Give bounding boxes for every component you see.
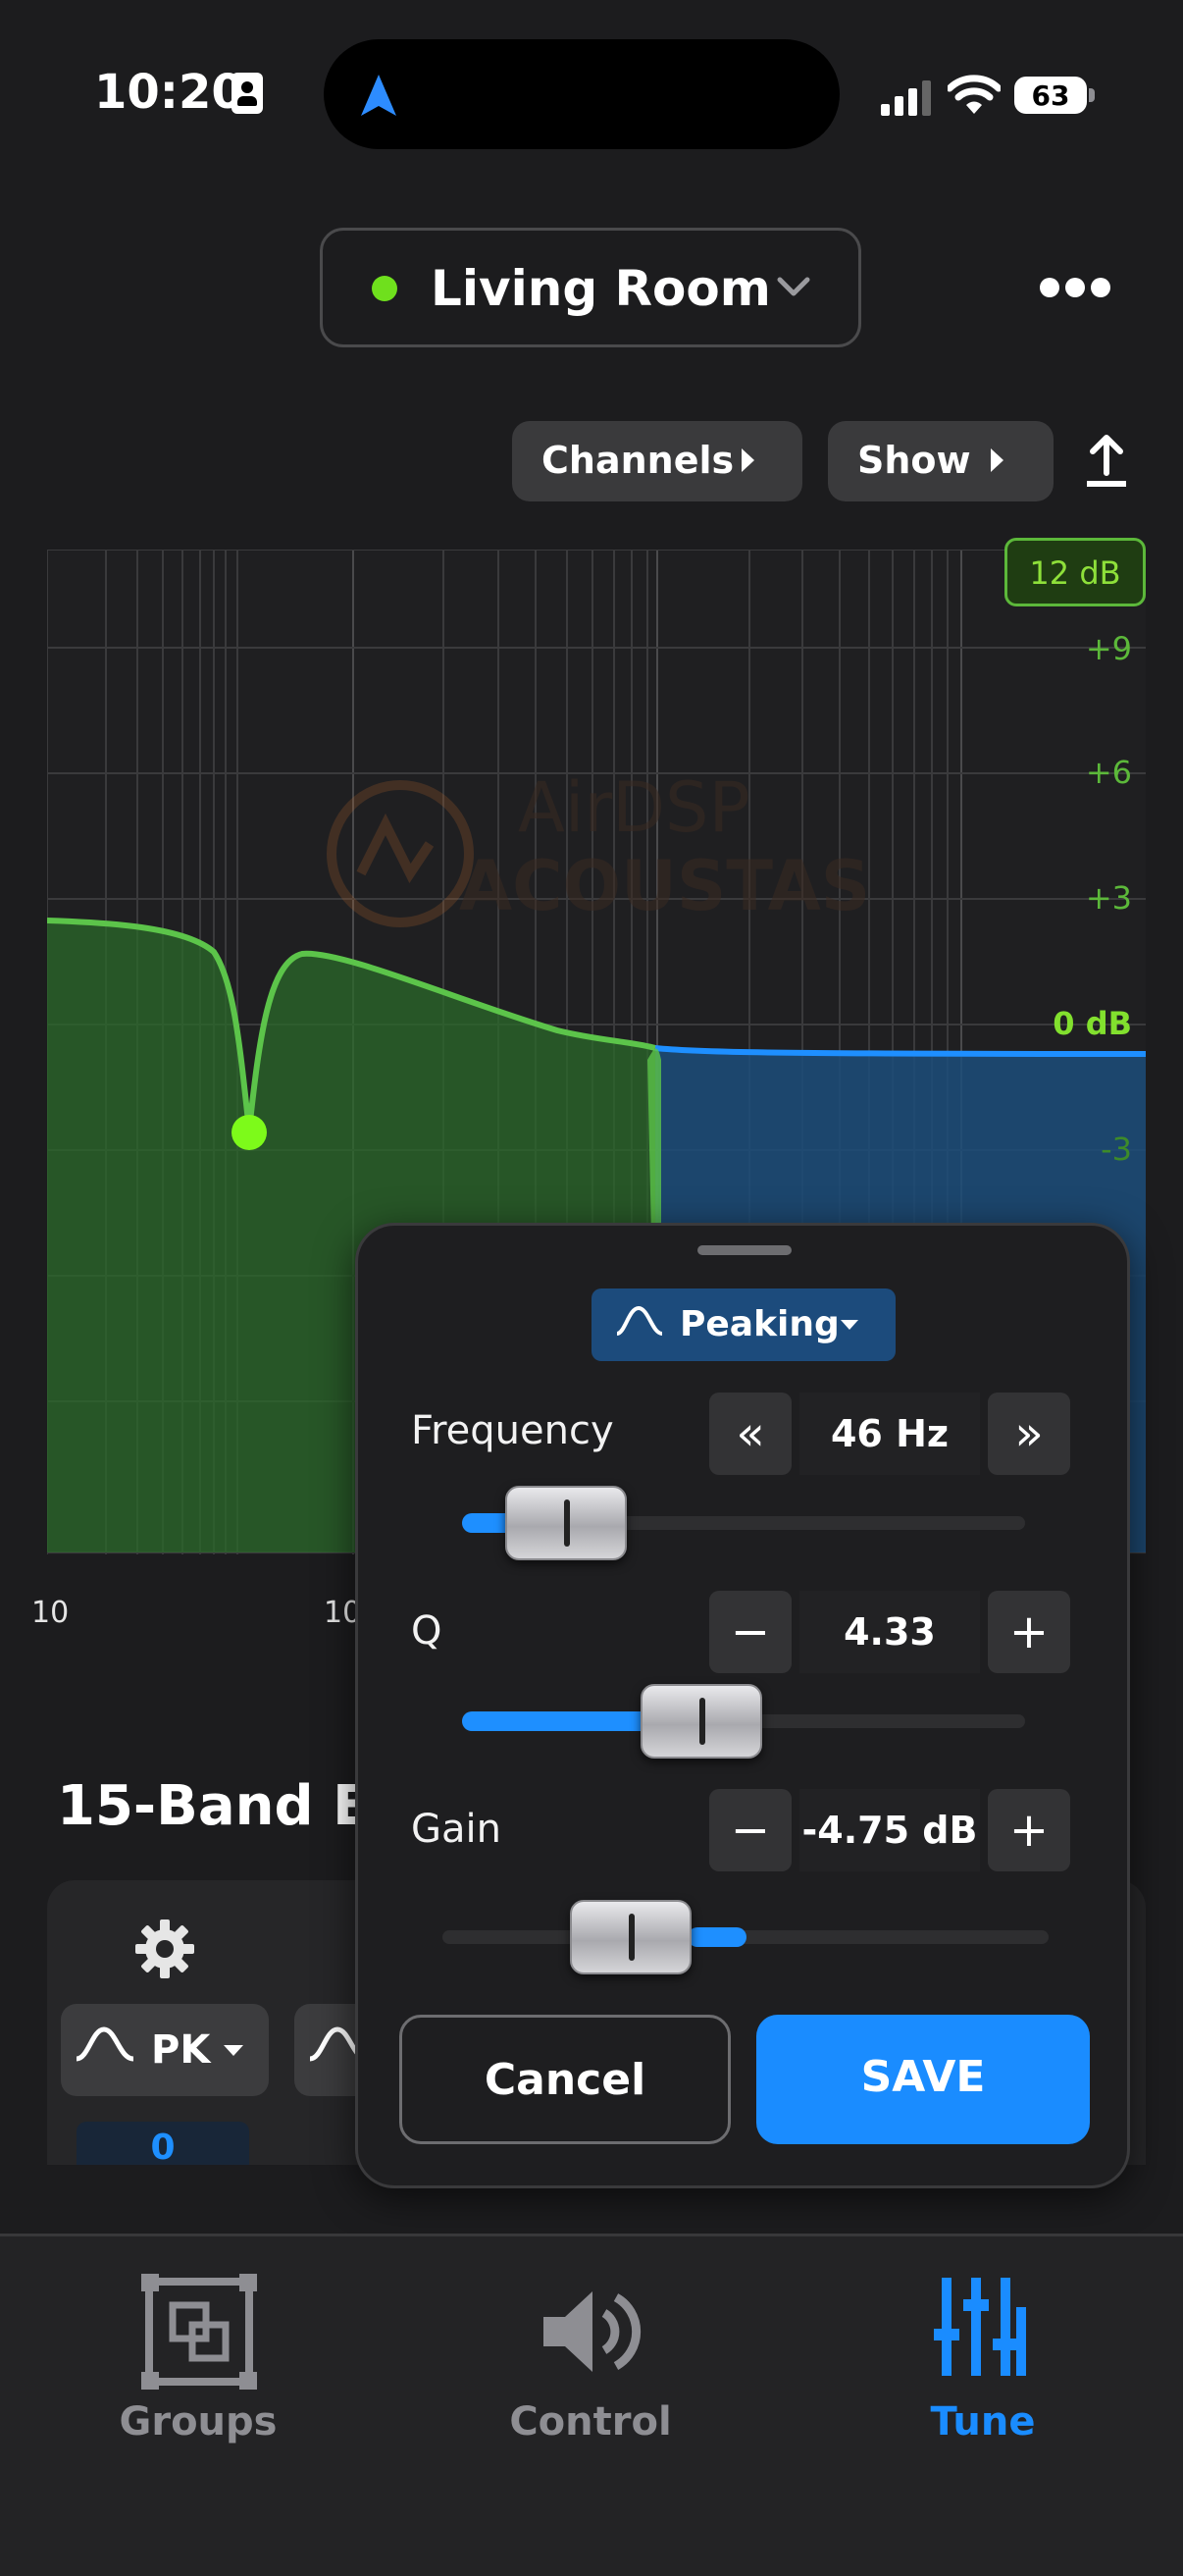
q-slider[interactable] bbox=[462, 1684, 1025, 1759]
dynamic-island bbox=[324, 39, 840, 149]
tab-groups-label: Groups bbox=[119, 2399, 278, 2445]
ellipsis-icon bbox=[1036, 271, 1114, 304]
double-chevron-left-icon: « bbox=[736, 1406, 765, 1461]
q-slider-fill bbox=[462, 1711, 658, 1731]
range-badge-label: 12 dB bbox=[1029, 554, 1121, 592]
gain-value: -4.75 dB bbox=[801, 1809, 978, 1852]
minus-icon: − bbox=[730, 1604, 771, 1659]
range-badge[interactable]: 12 dB bbox=[1004, 538, 1146, 606]
band-type-label: PK bbox=[151, 2027, 211, 2073]
room-online-indicator bbox=[372, 276, 397, 301]
db-label-minus3: -3 bbox=[1101, 1130, 1132, 1168]
frequency-decrease-button[interactable]: « bbox=[709, 1393, 792, 1475]
plus-icon: + bbox=[1008, 1604, 1050, 1659]
more-button[interactable] bbox=[1036, 271, 1114, 304]
gear-icon[interactable] bbox=[133, 1918, 196, 1980]
q-slider-thumb[interactable] bbox=[641, 1684, 762, 1759]
channels-label: Channels bbox=[541, 439, 735, 482]
speaker-icon bbox=[543, 2291, 642, 2372]
frequency-label: Frequency bbox=[411, 1408, 614, 1453]
peak-filter-icon bbox=[616, 1305, 663, 1336]
caret-down-icon bbox=[224, 2045, 243, 2056]
battery-percent: 63 bbox=[1031, 79, 1070, 112]
tab-control[interactable]: Control bbox=[463, 2274, 718, 2470]
gain-slider[interactable] bbox=[442, 1900, 1049, 1974]
band-type-selector[interactable]: PK bbox=[61, 2004, 269, 2096]
battery-cap bbox=[1089, 88, 1095, 102]
save-label: SAVE bbox=[860, 2052, 986, 2102]
filter-type-dropdown[interactable]: Peaking bbox=[592, 1288, 896, 1361]
db-label-plus3: +3 bbox=[1085, 879, 1132, 917]
x-label-10: 10 bbox=[31, 1596, 70, 1630]
show-label: Show bbox=[857, 439, 971, 482]
q-label: Q bbox=[411, 1608, 442, 1654]
tab-tune[interactable]: Tune bbox=[855, 2274, 1110, 2470]
cancel-label: Cancel bbox=[484, 2055, 646, 2105]
gain-decrease-button[interactable]: − bbox=[709, 1789, 792, 1871]
band-edit-popover: Peaking Frequency « 46 Hz » Q − 4.33 + G… bbox=[355, 1223, 1130, 2188]
show-button[interactable]: Show bbox=[828, 421, 1054, 501]
q-decrease-button[interactable]: − bbox=[709, 1591, 792, 1673]
gain-increase-button[interactable]: + bbox=[988, 1789, 1070, 1871]
plus-icon: + bbox=[1008, 1803, 1050, 1858]
caret-right-icon bbox=[742, 448, 754, 472]
chevron-down-icon bbox=[777, 277, 810, 296]
gain-slider-thumb[interactable] bbox=[570, 1900, 692, 1974]
cellular-signal-icon bbox=[881, 80, 932, 116]
frequency-increase-button[interactable]: » bbox=[988, 1393, 1070, 1475]
db-label-plus6: +6 bbox=[1085, 754, 1132, 791]
eq-band-handle bbox=[231, 1115, 267, 1150]
db-label-zero: 0 dB bbox=[1053, 1005, 1132, 1042]
gain-value-field[interactable]: -4.75 dB bbox=[799, 1789, 980, 1871]
groups-icon bbox=[141, 2274, 257, 2390]
battery-icon: 63 bbox=[1014, 77, 1087, 114]
db-label-plus9: +9 bbox=[1085, 630, 1132, 667]
sliders-icon bbox=[934, 2278, 1026, 2376]
band-value-field[interactable]: 0 bbox=[77, 2122, 249, 2168]
frequency-value-field[interactable]: 46 Hz bbox=[799, 1393, 980, 1475]
watermark-sub: ACOUSTAS bbox=[459, 846, 871, 926]
cancel-button[interactable]: Cancel bbox=[399, 2015, 731, 2144]
frequency-slider[interactable] bbox=[462, 1486, 1025, 1560]
q-increase-button[interactable]: + bbox=[988, 1591, 1070, 1673]
frequency-value: 46 Hz bbox=[830, 1412, 950, 1455]
peak-filter-icon bbox=[76, 2026, 134, 2062]
status-time: 10:20 bbox=[94, 65, 244, 120]
gain-label: Gain bbox=[411, 1807, 501, 1852]
location-arrow-icon bbox=[361, 75, 396, 116]
tab-bar: Groups Control Tune bbox=[0, 2234, 1183, 2576]
drag-handle[interactable] bbox=[697, 1245, 792, 1255]
share-upload-icon[interactable] bbox=[1083, 432, 1130, 489]
tab-tune-label: Tune bbox=[930, 2399, 1036, 2445]
filter-type-label: Peaking bbox=[680, 1304, 840, 1344]
caret-down-icon bbox=[841, 1320, 858, 1330]
wifi-icon bbox=[948, 75, 1001, 114]
gain-slider-fill bbox=[688, 1927, 746, 1947]
watermark-brand: AirDSP bbox=[518, 767, 750, 848]
tab-control-label: Control bbox=[509, 2399, 672, 2445]
save-button[interactable]: SAVE bbox=[756, 2015, 1090, 2144]
double-chevron-right-icon: » bbox=[1014, 1406, 1044, 1461]
room-selector[interactable]: Living Room bbox=[320, 228, 861, 347]
q-value-field[interactable]: 4.33 bbox=[799, 1591, 980, 1673]
frequency-slider-thumb[interactable] bbox=[505, 1486, 627, 1560]
room-name: Living Room bbox=[431, 260, 771, 317]
band-value: 0 bbox=[150, 2128, 176, 2168]
tab-groups[interactable]: Groups bbox=[71, 2274, 326, 2470]
contact-card-icon bbox=[231, 73, 263, 114]
minus-icon: − bbox=[730, 1803, 771, 1858]
channels-button[interactable]: Channels bbox=[512, 421, 802, 501]
caret-right-icon bbox=[991, 448, 1003, 472]
q-value: 4.33 bbox=[844, 1610, 936, 1654]
